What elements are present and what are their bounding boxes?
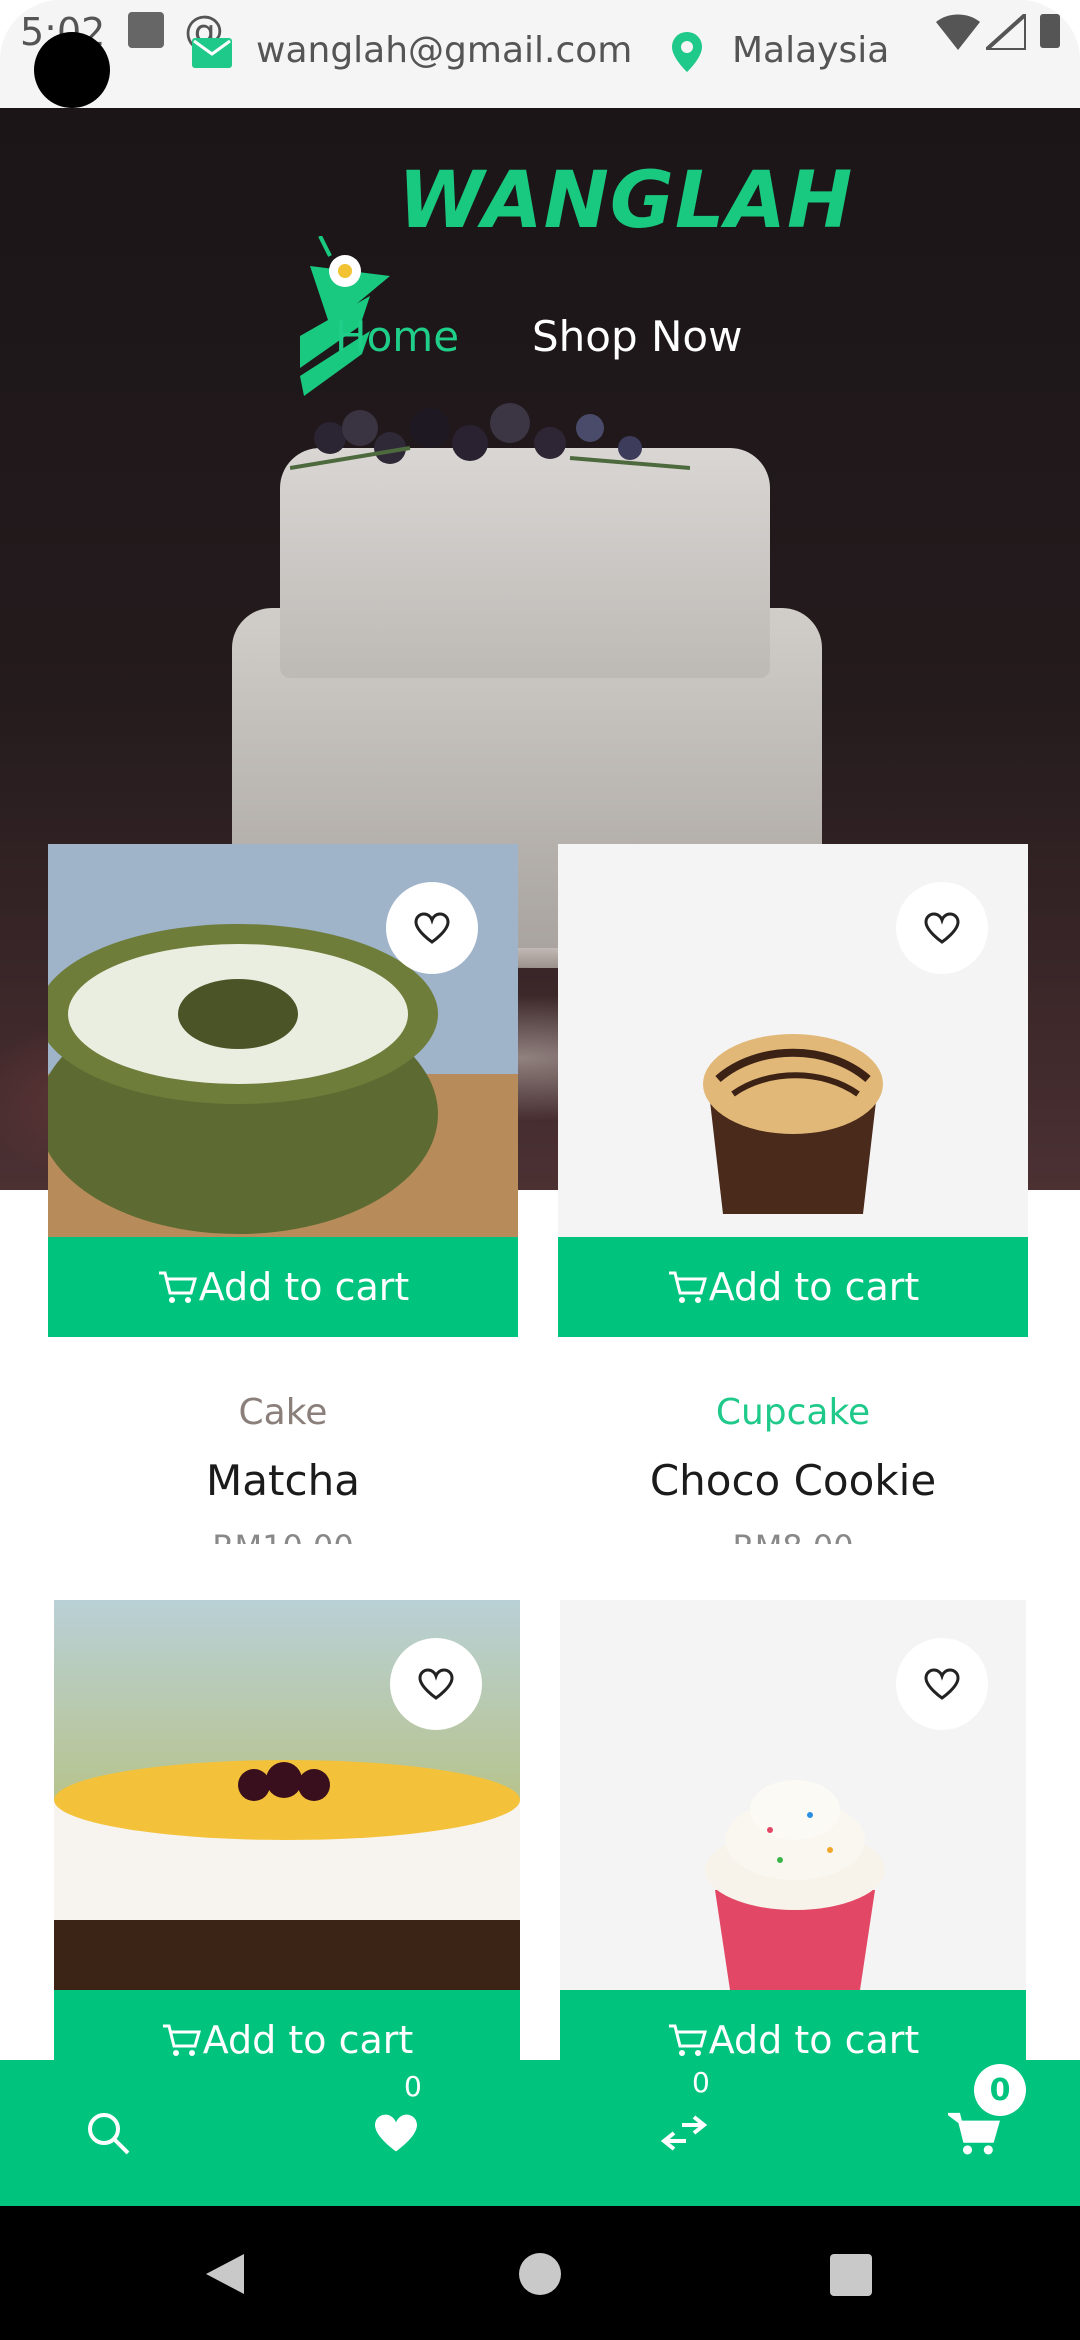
wifi-icon	[936, 14, 980, 50]
wishlist-button-matcha[interactable]	[386, 882, 478, 974]
cell-signal-icon	[986, 14, 1026, 50]
add-to-cart-label: Add to cart	[708, 1265, 920, 1309]
cart-icon	[948, 2112, 1000, 2155]
add-to-cart-button-choco-cookie[interactable]: Add to cart	[558, 1237, 1028, 1337]
product-category: Cake	[238, 1392, 328, 1433]
status-bar: 5:02 @ wanglah@gmail.com Malaysia	[0, 0, 1080, 108]
system-nav-bar	[0, 2206, 1080, 2340]
heart-outline-icon	[924, 1668, 960, 1700]
heart-outline-icon	[418, 1668, 454, 1700]
product-price: RM10.00	[48, 1528, 518, 1544]
mail-icon	[192, 38, 232, 68]
product-name[interactable]: Choco Cookie	[558, 1456, 1028, 1505]
heart-outline-icon	[924, 912, 960, 944]
wishlist-button-fruit-cake[interactable]	[390, 1638, 482, 1730]
location-pin-icon	[672, 32, 702, 72]
add-to-cart-label: Add to cart	[202, 2018, 414, 2060]
heart-icon	[375, 2114, 417, 2152]
nav-shop-now[interactable]: Shop Now	[532, 312, 742, 361]
bottom-nav-compare[interactable]	[636, 2060, 732, 2206]
recents-icon[interactable]	[830, 2254, 872, 2296]
add-to-cart-button-vanilla-cupcake[interactable]: Add to cart	[560, 1990, 1026, 2060]
cart-icon	[162, 2024, 201, 2056]
product-name[interactable]: Matcha	[48, 1456, 518, 1505]
nav-home[interactable]: Home	[335, 312, 459, 361]
compare-count: 0	[692, 2066, 710, 2099]
brand-name[interactable]: WANGLAH	[398, 156, 853, 246]
back-icon[interactable]	[204, 2252, 246, 2296]
add-to-cart-button-matcha[interactable]: Add to cart	[48, 1237, 518, 1337]
product-card-choco-cookie[interactable]: Add to cart Cupcake Choco Cookie RM8.00	[558, 844, 1028, 1544]
product-category: Cupcake	[715, 1392, 871, 1433]
cart-count-badge: 0	[974, 2064, 1026, 2116]
product-price: RM8.00	[558, 1528, 1028, 1544]
notification-square-icon	[128, 12, 164, 48]
product-card-vanilla-cupcake[interactable]: Add to cart	[560, 1600, 1026, 2060]
battery-icon	[1040, 14, 1060, 48]
bottom-nav-search[interactable]	[60, 2060, 156, 2206]
berries-decoration	[290, 403, 690, 470]
wishlist-button-vanilla-cupcake[interactable]	[896, 1638, 988, 1730]
add-to-cart-label: Add to cart	[198, 1265, 410, 1309]
heart-outline-icon	[414, 912, 450, 944]
product-card-matcha[interactable]: Add to cart Cake Matcha RM10.00	[48, 844, 518, 1544]
product-card-fruit-cake[interactable]: Add to cart	[54, 1600, 520, 2060]
cart-icon	[158, 1271, 197, 1303]
cart-icon	[668, 1271, 707, 1303]
bottom-nav-bar: 0 0	[0, 2060, 1080, 2206]
cart-icon	[668, 2024, 707, 2056]
add-to-cart-button-fruit-cake[interactable]: Add to cart	[54, 1990, 520, 2060]
camera-cutout	[34, 32, 110, 108]
add-to-cart-label: Add to cart	[708, 2018, 920, 2060]
search-icon	[88, 2113, 130, 2155]
header-location[interactable]: Malaysia	[732, 30, 889, 71]
wishlist-button-choco-cookie[interactable]	[896, 882, 988, 974]
header-email[interactable]: wanglah@gmail.com	[256, 30, 632, 71]
home-icon[interactable]	[518, 2252, 562, 2296]
bottom-nav-wishlist[interactable]	[348, 2060, 444, 2206]
wishlist-count: 0	[404, 2070, 422, 2103]
compare-icon	[660, 2115, 708, 2151]
